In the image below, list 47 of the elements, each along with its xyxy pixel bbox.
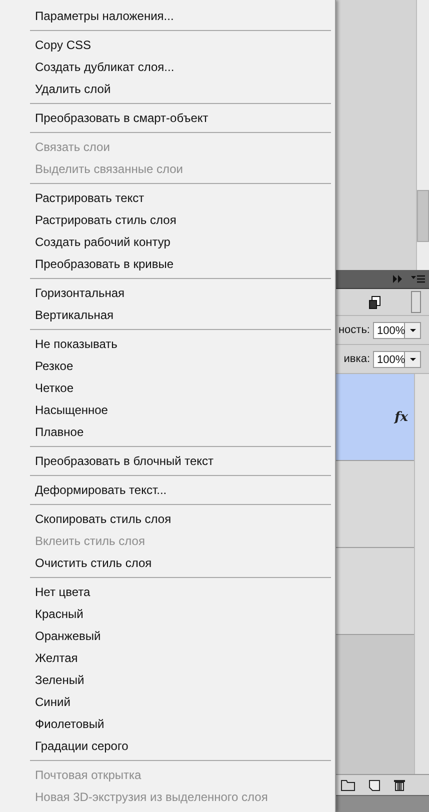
menu-item[interactable]: Удалить слой	[0, 78, 335, 100]
menu-item[interactable]: Резкое	[0, 355, 335, 377]
menu-item[interactable]: Параметры наложения...	[0, 5, 335, 27]
double-arrow-icon[interactable]	[393, 275, 403, 283]
fill-label: ивка:	[344, 353, 370, 365]
scrollbar[interactable]	[416, 0, 429, 270]
menu-item[interactable]: Насыщенное	[0, 399, 335, 421]
menu-item[interactable]: Деформировать текст...	[0, 479, 335, 501]
menu-item[interactable]: Градации серого	[0, 735, 335, 757]
caret-icon	[410, 358, 416, 360]
folder-icon[interactable]	[341, 780, 355, 790]
effects-icon[interactable]: fx	[394, 410, 408, 424]
menu-item[interactable]: Желтая	[0, 647, 335, 669]
menu-item[interactable]: Горизонтальная	[0, 282, 335, 304]
fill-field[interactable]: 100%	[373, 350, 405, 368]
menu-item[interactable]: Скопировать стиль слоя	[0, 508, 335, 530]
menu-item[interactable]: Очистить стиль слоя	[0, 552, 335, 574]
dropdown-button[interactable]	[405, 350, 421, 368]
menu-item[interactable]: Нет цвета	[0, 581, 335, 603]
dropdown-button[interactable]	[405, 322, 421, 338]
menu-item[interactable]: Не показывать	[0, 333, 335, 355]
menu-item[interactable]: Copy CSS	[0, 34, 335, 56]
panel-menu-icon[interactable]	[411, 275, 425, 283]
menu-item[interactable]: Красный	[0, 603, 335, 625]
menu-item[interactable]: Фиолетовый	[0, 713, 335, 735]
menu-item[interactable]: Создать рабочий контур	[0, 231, 335, 253]
menu-item[interactable]: Создать дубликат слоя...	[0, 56, 335, 78]
scroll-thumb[interactable]	[417, 190, 429, 242]
smart-object-icon[interactable]	[369, 296, 381, 308]
menu-item[interactable]: Плавное	[0, 421, 335, 443]
new-layer-icon[interactable]	[369, 780, 380, 790]
menu-item[interactable]: Четкое	[0, 377, 335, 399]
opacity-label: ность:	[338, 324, 370, 336]
menu-item[interactable]: Синий	[0, 691, 335, 713]
menu-item[interactable]: Вертикальная	[0, 304, 335, 326]
trash-icon[interactable]	[394, 779, 405, 791]
opacity-field[interactable]: 100%	[373, 322, 405, 338]
menu-item[interactable]: Оранжевый	[0, 625, 335, 647]
menu-item[interactable]: Растрировать стиль слоя	[0, 209, 335, 231]
menu-item[interactable]: Растрировать текст	[0, 187, 335, 209]
menu-item[interactable]: Преобразовать в кривые	[0, 253, 335, 275]
caret-icon	[410, 328, 416, 332]
scrollbar[interactable]	[414, 374, 429, 774]
scroll-handle[interactable]	[411, 291, 421, 313]
menu-item[interactable]: Зеленый	[0, 669, 335, 691]
menu-item[interactable]: Преобразовать в блочный текст	[0, 450, 335, 472]
menu-item[interactable]: Преобразовать в смарт-объект	[0, 107, 335, 129]
